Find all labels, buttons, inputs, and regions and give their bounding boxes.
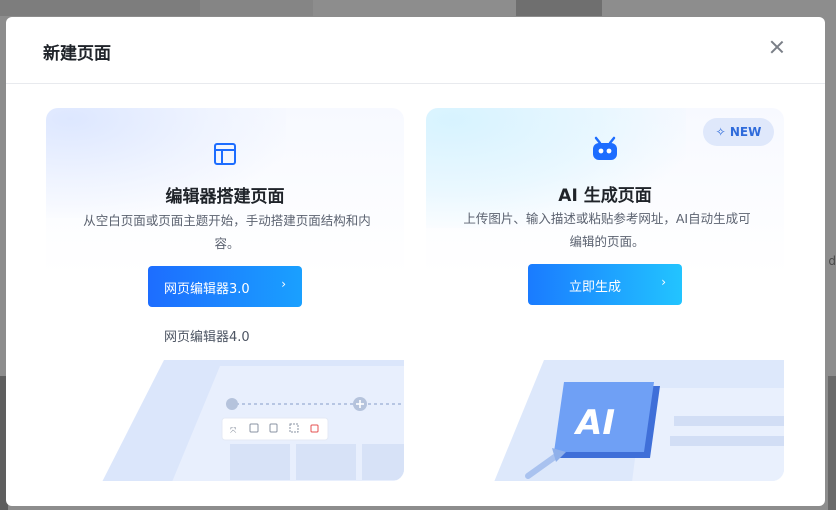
web-editor-3-button[interactable]: 网页编辑器3.0 › — [148, 266, 302, 307]
close-icon[interactable] — [769, 39, 785, 55]
editor-card-title: 编辑器搭建页面 — [165, 187, 285, 207]
layout-icon — [214, 143, 236, 165]
dialog-header: 新建页面 — [6, 17, 825, 84]
web-editor-4-link[interactable]: 网页编辑器4.0 — [164, 326, 250, 345]
new-badge: ✧ NEW — [703, 118, 774, 146]
chevron-right-icon: › — [281, 277, 286, 291]
editor-option-card: 编辑器搭建页面 从空白页面或页面主题开始，手动搭建页面结构和内容。 网页编辑器3… — [46, 108, 404, 481]
new-page-dialog: 新建页面 编辑器搭建页面 从空白页面或页面主题开始，手动搭建页面结构和内容。 网… — [6, 17, 825, 506]
robot-icon — [593, 136, 617, 160]
editor-illustration: ⤧ — [102, 360, 404, 481]
chevron-right-icon: › — [661, 275, 666, 289]
ai-illustration-text: AI — [573, 403, 615, 443]
ai-card-description: 上传图片、输入描述或粘贴参考网址，AI自动生成可编辑的页面。 — [463, 211, 751, 249]
ai-illustration: AI — [494, 360, 784, 481]
ai-card-title: AI 生成页面 — [558, 186, 652, 206]
svg-text:⤧: ⤧ — [230, 426, 237, 435]
generate-now-button[interactable]: 立即生成 › — [528, 264, 682, 305]
background-text: d — [828, 254, 836, 268]
generate-now-button-label: 立即生成 — [568, 280, 621, 295]
web-editor-3-button-label: 网页编辑器3.0 — [164, 282, 250, 297]
editor-card-description: 从空白页面或页面主题开始，手动搭建页面结构和内容。 — [83, 213, 371, 251]
ai-option-card: ✧ NEW AI 生成页面 上传图片、输入描述或粘贴参考网址，AI自动生成可编辑… — [426, 108, 784, 481]
dialog-title: 新建页面 — [43, 44, 111, 64]
